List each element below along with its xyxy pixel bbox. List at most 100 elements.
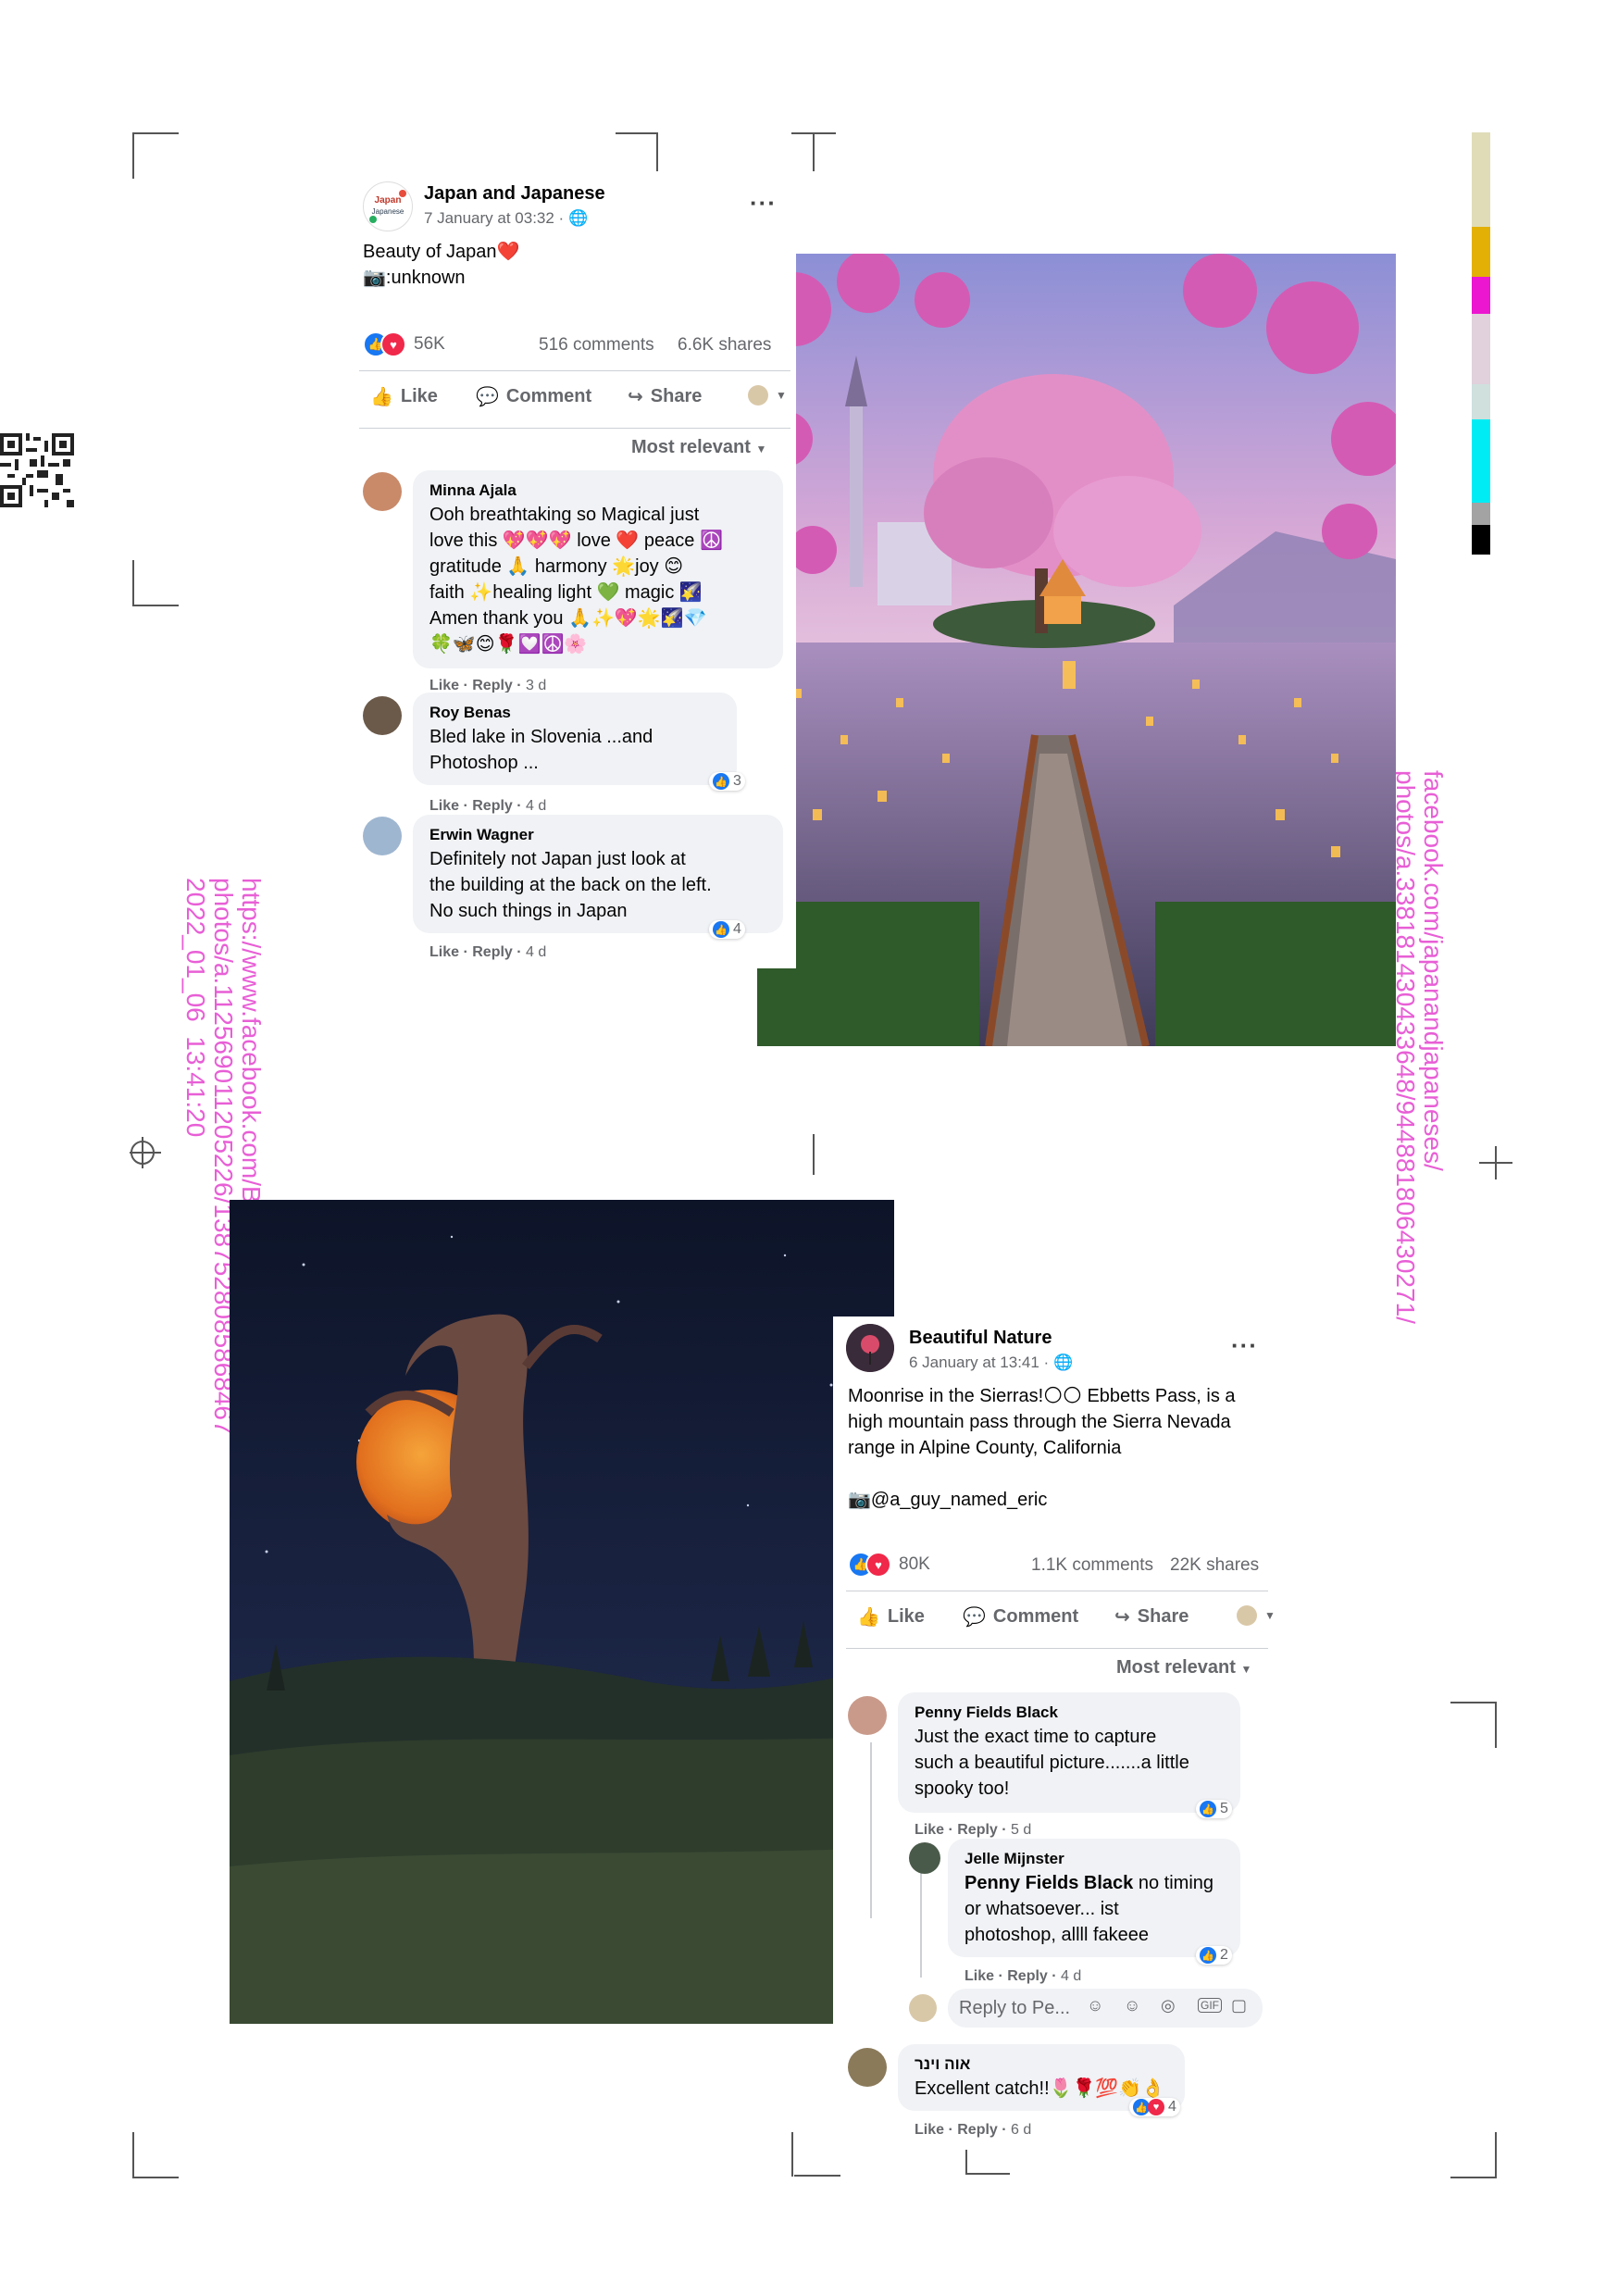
comment-reply-link[interactable]: Reply [472,678,513,693]
comment-like-link[interactable]: Like [429,678,459,693]
commenter-name[interactable]: אוה וינר [915,2055,970,2074]
comment-button[interactable]: 💬 Comment [963,1605,1078,1628]
crop-mark-center-mid [813,1134,815,1175]
post-date: 7 January at 03:32 · [424,209,568,227]
speech-bubble-icon: 💬 [963,1607,986,1628]
commenter-name[interactable]: Minna Ajala [429,481,517,500]
post-timestamp[interactable]: 6 January at 13:41 · 🌐 [909,1354,1073,1372]
commenter-name[interactable]: Erwin Wagner [429,826,534,844]
comment-reply-link[interactable]: Reply [472,798,513,814]
audience-selector[interactable]: ▼ [1237,1605,1276,1626]
commenter-avatar[interactable] [363,472,402,511]
like-label: Like [400,386,438,406]
avatar-sticker-icon[interactable]: ☺ [1087,1996,1103,2015]
comment-label: Comment [505,386,592,406]
commenter-name[interactable]: Jelle Mijnster [965,1850,1064,1868]
share-count[interactable]: 22K shares [1170,1555,1259,1576]
comment-like-link[interactable]: Like [915,2122,944,2138]
commenter-avatar[interactable] [363,817,402,855]
comment-reactions[interactable]: 👍 5 [1196,1800,1232,1818]
commenter-avatar[interactable] [848,2048,887,2087]
comment-sort-dropdown[interactable]: Most relevant ▼ [1116,1657,1251,1678]
avatar-small-icon [748,385,768,406]
comment-count[interactable]: 516 comments [539,335,654,356]
globe-icon: 🌐 [1052,1354,1074,1371]
post-image-moonrise[interactable] [230,1200,894,2024]
camera-icon[interactable]: ◎ [1161,1996,1176,2015]
comment-reply-link[interactable]: Reply [957,2122,998,2138]
like-reaction-icon: 👍 [1200,1947,1216,1964]
share-label: Share [650,386,703,406]
comment-text: Ooh breathtaking so Magical just love th… [429,505,723,655]
page-avatar[interactable] [846,1324,894,1372]
like-reaction-icon: 👍 [1200,1801,1216,1817]
commenter-avatar[interactable] [848,1696,887,1735]
comment-like-link[interactable]: Like [965,1968,994,1984]
color-swatch [1472,419,1490,503]
comment-button[interactable]: 💬 Comment [476,385,591,408]
share-arrow-icon: ↪ [628,387,643,407]
like-label: Like [887,1606,925,1627]
reaction-count: 80K [899,1554,930,1574]
post-image-cherry-lake[interactable] [757,254,1396,1046]
divider [359,370,790,371]
comment-actions: Like · Reply · 4 d [429,944,547,960]
share-button[interactable]: ↪ Share [1114,1605,1189,1628]
page-avatar[interactable]: Japan Japanese [363,181,413,231]
commenter-name[interactable]: Penny Fields Black [915,1703,1058,1722]
comment-sort-dropdown[interactable]: Most relevant ▼ [631,437,766,458]
gif-icon[interactable]: GIF [1198,1998,1222,2013]
more-options-icon[interactable]: ··· [750,189,777,218]
share-count[interactable]: 6.6K shares [678,335,771,356]
reactions-summary[interactable]: 👍 ♥ 80K [848,1552,930,1578]
page-name[interactable]: Japan and Japanese [424,183,605,205]
mentioned-user[interactable]: Penny Fields Black [965,1873,1133,1893]
sticker-icon[interactable]: ▢ [1231,1996,1247,2015]
comment-reactions[interactable]: 👍 3 [709,772,745,791]
comment-actions: Like · Reply · 4 d [429,798,547,814]
comment-actions: Like · Reply · 5 d [915,1822,1032,1838]
page-name[interactable]: Beautiful Nature [909,1328,1052,1349]
comment-reactions[interactable]: 👍 ♥ 4 [1129,2098,1180,2116]
reply-placeholder: Reply to Pe... [959,1998,1071,2018]
globe-icon: 🌐 [567,209,589,227]
audience-selector[interactable]: ▼ [748,385,787,406]
reactions-summary[interactable]: 👍 ♥ 56K [363,331,445,357]
comment-reply-link[interactable]: Reply [1007,1968,1048,1984]
comment-like-link[interactable]: Like [429,798,459,814]
comment-time: 4 d [526,798,547,814]
like-button[interactable]: 👍 Like [370,385,438,408]
comment-reactions[interactable]: 👍 4 [709,920,745,939]
crop-mark-bottom-right [1450,2132,1497,2178]
post-timestamp[interactable]: 7 January at 03:32 · 🌐 [424,209,588,228]
commenter-avatar[interactable] [363,696,402,735]
commenter-avatar[interactable] [909,1842,940,1874]
comment-reply-link[interactable]: Reply [957,1822,998,1838]
commenter-name[interactable]: Roy Benas [429,704,511,722]
avatar-small-icon [1237,1605,1257,1626]
crop-mark-top-center [616,132,658,171]
comment-like-link[interactable]: Like [915,1822,944,1838]
comment-reply-link[interactable]: Reply [472,944,513,960]
post-date: 6 January at 13:41 · [909,1354,1053,1371]
thumbs-up-icon: 👍 [370,387,393,407]
color-swatch [1472,314,1490,384]
thumbs-up-icon: 👍 [857,1607,880,1628]
comment-reactions[interactable]: 👍 2 [1196,1946,1232,1965]
reaction-number: 4 [1168,2099,1176,2115]
comment-time: 4 d [526,944,547,960]
share-button[interactable]: ↪ Share [628,385,702,408]
like-reaction-icon: 👍 [713,773,729,790]
color-swatch [1472,384,1490,419]
comment-like-link[interactable]: Like [429,944,459,960]
sort-label: Most relevant [1116,1657,1236,1678]
comment-count[interactable]: 1.1K comments [1031,1555,1153,1576]
more-options-icon[interactable]: ··· [1231,1331,1258,1360]
crop-mark-top-center-stem [813,132,815,171]
emoji-icon[interactable]: ☺ [1124,1996,1140,2015]
crop-mark-left-mid [132,560,179,606]
registration-mark-right [1479,1146,1512,1179]
like-button[interactable]: 👍 Like [857,1605,925,1628]
reply-input[interactable]: Reply to Pe... ☺ ☺ ◎ GIF ▢ [948,1989,1263,2028]
registration-mark-left [130,1137,161,1168]
